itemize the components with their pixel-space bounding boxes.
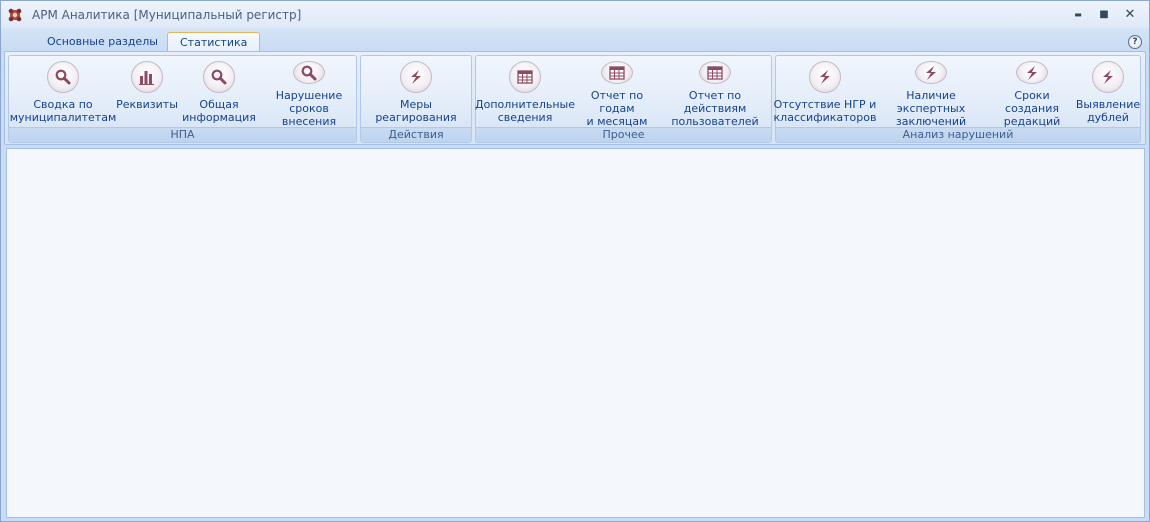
missing-ngr-button[interactable]: Отсутствие НГР и классификаторов xyxy=(773,58,877,128)
response-measures-button[interactable]: Меры реагирования xyxy=(363,58,469,128)
button-label: Выявление дублей xyxy=(1075,98,1141,124)
ribbon-group-label: Анализ нарушений xyxy=(776,127,1140,142)
ribbon-panel: Сводка по муниципалитетам Реквизиты Обща… xyxy=(4,51,1146,145)
button-label: Дополнительные сведения xyxy=(475,98,575,124)
button-label: Отчет по годам и месяцам xyxy=(586,89,648,128)
main-workspace[interactable] xyxy=(6,148,1145,518)
button-label: Наличие экспертных заключений xyxy=(895,89,967,128)
button-label: Реквизиты xyxy=(116,98,178,111)
additional-info-button[interactable]: Дополнительные сведения xyxy=(475,58,575,128)
lightning-icon xyxy=(400,61,432,93)
summary-by-municipalities-button[interactable]: Сводка по муниципалитетам xyxy=(9,58,117,128)
search-icon xyxy=(47,61,79,93)
duplicate-detection-button[interactable]: Выявление дублей xyxy=(1075,58,1141,128)
ribbon-group-other: Дополнительные сведения Отчет по годам и… xyxy=(475,55,772,143)
search-icon xyxy=(293,61,325,84)
help-icon[interactable]: ? xyxy=(1128,35,1142,49)
button-label: Сводка по муниципалитетам xyxy=(9,98,117,124)
requisites-button[interactable]: Реквизиты xyxy=(115,58,179,128)
ribbon-group-actions: Меры реагирования Действия xyxy=(360,55,472,143)
ribbon-group-violation-analysis: Отсутствие НГР и классификаторов Наличие… xyxy=(773,55,1141,143)
button-label: Общая информация xyxy=(182,98,256,124)
report-user-actions-button[interactable]: Отчет по действиям пользователей xyxy=(662,58,768,128)
general-information-button[interactable]: Общая информация xyxy=(181,58,257,128)
tab-main-sections[interactable]: Основные разделы xyxy=(35,32,170,52)
app-window: АРМ Аналитика [Муниципальный регистр] ▬ … xyxy=(0,0,1150,522)
revision-deadlines-button[interactable]: Сроки создания редакций xyxy=(989,58,1075,128)
ribbon-group-label: НПА xyxy=(9,127,356,142)
table-icon xyxy=(699,61,731,84)
report-years-months-button[interactable]: Отчет по годам и месяцам xyxy=(573,58,661,128)
lightning-icon xyxy=(809,61,841,93)
bar-chart-icon xyxy=(131,61,163,93)
button-label: Сроки создания редакций xyxy=(1003,89,1061,128)
ribbon-group-label: Прочее xyxy=(476,127,771,142)
window-controls: ▬ ■ ✕ xyxy=(1067,5,1141,23)
table-icon xyxy=(601,61,633,84)
tab-statistics[interactable]: Статистика xyxy=(167,32,261,52)
expert-conclusions-button[interactable]: Наличие экспертных заключений xyxy=(876,58,986,128)
ribbon-group-npa: Сводка по муниципалитетам Реквизиты Обща… xyxy=(8,55,357,143)
ribbon-tab-strip: Основные разделы Статистика ? xyxy=(1,28,1149,52)
button-label: Отчет по действиям пользователей xyxy=(671,89,759,128)
maximize-icon[interactable]: ■ xyxy=(1093,5,1115,23)
title-bar[interactable]: АРМ Аналитика [Муниципальный регистр] ▬ … xyxy=(1,1,1149,28)
button-label: Отсутствие НГР и классификаторов xyxy=(773,98,877,124)
ribbon-group-label: Действия xyxy=(361,127,471,142)
lightning-icon xyxy=(915,61,947,84)
button-label: Нарушение сроков внесения xyxy=(275,89,343,128)
minimize-icon[interactable]: ▬ xyxy=(1067,5,1089,23)
table-icon xyxy=(509,61,541,93)
app-logo-icon xyxy=(7,7,23,23)
deadline-violation-button[interactable]: Нарушение сроков внесения xyxy=(261,58,357,128)
window-title: АРМ Аналитика [Муниципальный регистр] xyxy=(32,7,302,22)
lightning-icon xyxy=(1016,61,1048,84)
search-icon xyxy=(203,61,235,93)
button-label: Меры реагирования xyxy=(375,98,457,124)
lightning-icon xyxy=(1092,61,1124,93)
close-icon[interactable]: ✕ xyxy=(1119,5,1141,23)
